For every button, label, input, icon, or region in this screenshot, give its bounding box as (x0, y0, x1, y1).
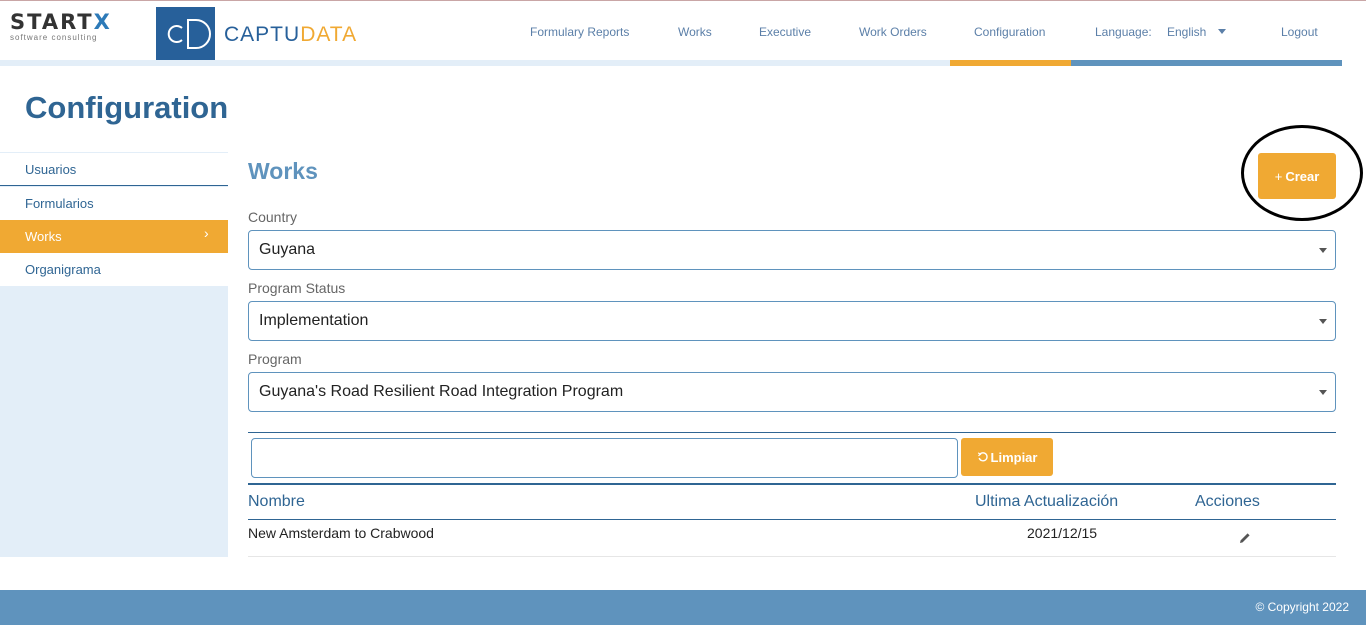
column-header-acciones: Acciones (1195, 493, 1260, 510)
sidebar: Usuarios Formularios Works › Organigrama (0, 152, 228, 557)
nav-works[interactable]: Works (678, 23, 712, 41)
header-stripe-accent (1071, 60, 1342, 66)
reset-icon (977, 452, 988, 462)
section-title: Works (248, 158, 318, 184)
header-stripe (0, 60, 1342, 66)
sidebar-item-organigrama[interactable]: Organigrama (0, 253, 228, 286)
sidebar-item-label: Formularios (25, 196, 94, 211)
limpiar-button[interactable]: Limpiar (961, 438, 1053, 476)
nav-work-orders[interactable]: Work Orders (859, 23, 927, 41)
language-select[interactable]: English (1167, 23, 1206, 41)
program-select-value: Guyana's Road Resilient Road Integration… (259, 383, 624, 400)
program-status-label: Program Status (248, 280, 346, 296)
country-label: Country (248, 209, 298, 225)
column-header-nombre[interactable]: Nombre (248, 493, 305, 511)
startx-logo-text: START (10, 10, 94, 34)
language-label: Language: (1095, 25, 1152, 39)
sidebar-item-usuarios[interactable]: Usuarios (0, 153, 228, 186)
captudata-logo-icon (156, 7, 215, 61)
sidebar-item-works[interactable]: Works › (0, 220, 228, 253)
active-tab-indicator (950, 60, 1071, 66)
program-status-select[interactable]: Implementation (248, 301, 1336, 341)
caret-down-icon (1319, 319, 1327, 324)
startx-logo: STARTX software consulting (10, 11, 150, 45)
country-select[interactable]: Guyana (248, 230, 1336, 270)
search-input[interactable] (251, 438, 958, 478)
table-header-bottom-divider (248, 519, 1336, 520)
page-title: Configuration (25, 90, 229, 125)
startx-logo-subtitle: software consulting (10, 33, 98, 42)
edit-pencil-icon[interactable] (1238, 531, 1252, 545)
sidebar-item-formularios[interactable]: Formularios (0, 187, 228, 220)
country-select-value: Guyana (259, 241, 316, 258)
program-select[interactable]: Guyana's Road Resilient Road Integration… (248, 372, 1336, 412)
captu-text: CAPTU (224, 23, 301, 46)
nav-executive[interactable]: Executive (759, 23, 811, 41)
cd-logo-glyph (167, 19, 211, 49)
cell-nombre: New Amsterdam to Crabwood (248, 525, 434, 541)
table-row-divider (248, 556, 1336, 557)
sidebar-item-label: Organigrama (25, 262, 101, 277)
sidebar-item-label: Works (25, 229, 62, 244)
column-header-ultima-actualizacion[interactable]: Ultima Actualización (975, 493, 1118, 511)
limpiar-button-label: Limpiar (990, 449, 1038, 465)
nav-formulary-reports[interactable]: Formulary Reports (530, 23, 629, 41)
footer: © Copyright 2022 (0, 590, 1366, 625)
search-top-divider (248, 432, 1336, 433)
chevron-right-icon: › (204, 225, 209, 241)
captudata-logo-text: CAPTUDATA (224, 23, 357, 47)
language-caret-icon[interactable] (1218, 29, 1226, 34)
caret-down-icon (1319, 248, 1327, 253)
top-header: STARTX software consulting CAPTUDATA For… (0, 0, 1366, 66)
nav-configuration[interactable]: Configuration (974, 23, 1045, 41)
program-label: Program (248, 351, 302, 367)
data-text: DATA (300, 23, 358, 46)
annotation-circle (1241, 125, 1363, 221)
cell-fecha: 2021/12/15 (1027, 525, 1098, 541)
copyright-text: © Copyright 2022 (1255, 600, 1349, 614)
startx-logo-x: X (93, 10, 112, 34)
program-status-select-value: Implementation (259, 312, 369, 329)
caret-down-icon (1319, 390, 1327, 395)
logout-link[interactable]: Logout (1281, 23, 1318, 41)
table-header-divider (248, 483, 1336, 485)
sidebar-item-label: Usuarios (25, 162, 77, 177)
